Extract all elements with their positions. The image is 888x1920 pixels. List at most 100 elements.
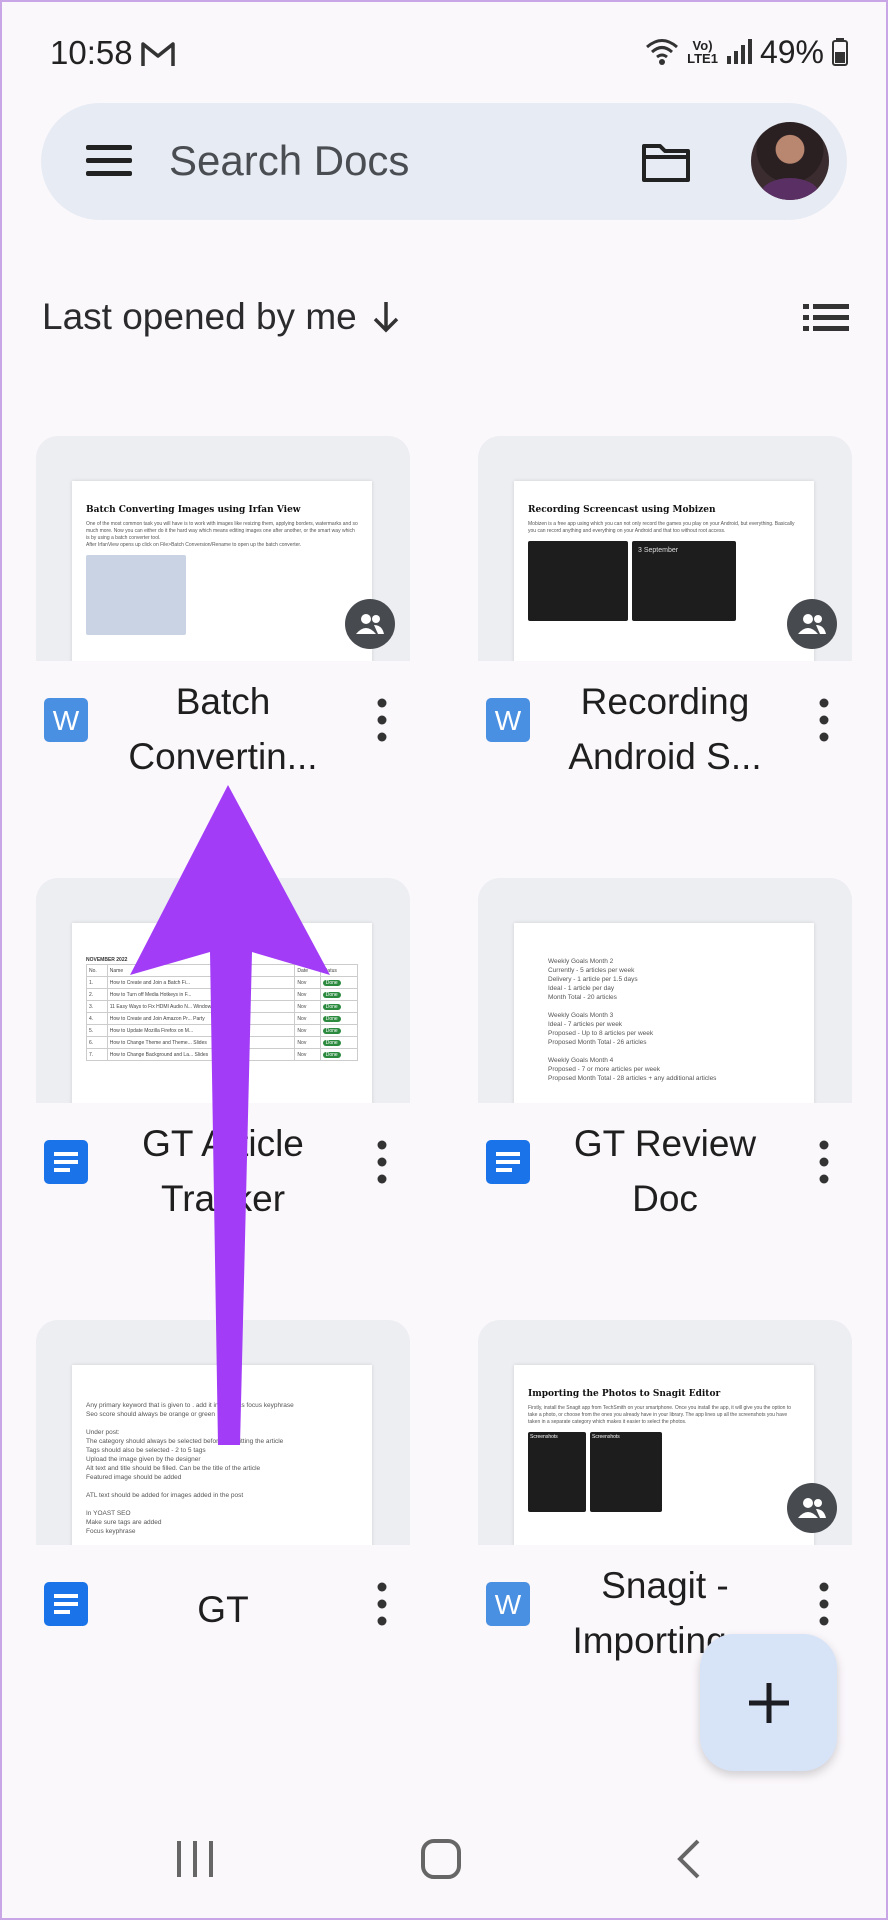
signal-icon — [726, 39, 752, 64]
word-file-icon: W — [486, 1582, 530, 1626]
table-header-row: No. Name Date Status — [86, 964, 359, 977]
back-icon[interactable] — [676, 1838, 702, 1880]
preview-text: Mobizen is a free app using which you ca… — [528, 521, 795, 534]
preview-table: No. Name Date Status 1. How to Create and… — [86, 964, 359, 1061]
menu-icon[interactable] — [86, 141, 132, 181]
home-icon[interactable] — [420, 1838, 462, 1880]
google-docs-icon — [486, 1140, 530, 1184]
file-name[interactable]: GT Review Doc — [560, 1116, 770, 1226]
preview-line: Weekly Goals Month 3 — [548, 1012, 614, 1019]
status-chip: Done — [322, 1051, 341, 1058]
table-row: 7. How to Change Background and La... Sli… — [86, 1048, 359, 1061]
file-name[interactable]: GT — [118, 1582, 328, 1637]
preview-line: Tags should also be selected - 2 to 5 ta… — [86, 1447, 206, 1454]
preview-heading: NOVEMBER 2022 — [86, 957, 128, 963]
more-options-icon[interactable] — [376, 698, 388, 742]
file-thumbnail[interactable]: Weekly Goals Month 2 Currently - 5 articl… — [478, 878, 852, 1103]
file-name[interactable]: GT Article Tracker — [118, 1116, 328, 1226]
create-new-button[interactable] — [700, 1634, 837, 1771]
volte-indicator: Vo) LTE1 — [687, 39, 718, 65]
svg-text:W: W — [495, 705, 522, 736]
file-card[interactable]: Weekly Goals Month 2 Currently - 5 articl… — [478, 878, 852, 1278]
file-card[interactable]: Batch Converting Images using Irfan View… — [36, 436, 410, 836]
search-bar[interactable]: Search Docs — [41, 103, 847, 220]
preview-line: Ideal - 1 article per day — [548, 985, 615, 992]
status-time: 10:58 — [50, 34, 133, 71]
preview-title: Batch Converting Images using Irfan View — [86, 505, 301, 515]
shared-people-icon — [787, 1483, 837, 1533]
file-thumbnail[interactable]: Importing the Photos to Snagit Editor Fi… — [478, 1320, 852, 1545]
more-options-icon[interactable] — [818, 698, 830, 742]
shared-people-icon — [787, 599, 837, 649]
sort-label: Last opened by me — [42, 296, 357, 337]
preview-overlay-text: 3 September — [638, 547, 679, 554]
google-docs-icon — [44, 1582, 88, 1626]
preview-text: One of the most common task you will hav… — [86, 521, 358, 541]
table-cell: Nov — [294, 1036, 321, 1049]
arrow-down-icon — [373, 302, 398, 333]
system-navigation-bar — [0, 1808, 888, 1920]
table-row: 1. How to Create and Join a Batch Fi... No… — [86, 976, 359, 989]
more-options-icon[interactable] — [818, 1582, 830, 1626]
more-options-icon[interactable] — [376, 1582, 388, 1626]
more-options-icon[interactable] — [818, 1140, 830, 1184]
table-cell: Done — [319, 1036, 359, 1049]
preview-line — [548, 1002, 800, 1011]
preview-title: Recording Screencast using Mobizen — [528, 505, 716, 515]
file-name[interactable]: Batch Convertin... — [118, 674, 328, 784]
table-cell: How to Create and Join Amazon Pr... Part… — [106, 1012, 296, 1025]
google-docs-icon — [44, 1140, 88, 1184]
folder-icon[interactable] — [641, 141, 691, 183]
account-avatar[interactable] — [751, 122, 829, 200]
document-preview: NOVEMBER 2022 No. Name Date Status 1. How… — [72, 923, 372, 1103]
preview-line: Proposed - Up to 8 articles per week — [548, 1030, 654, 1037]
table-cell: Done — [319, 1024, 359, 1037]
preview-screenshot: Screenshots — [528, 1432, 586, 1512]
status-right-group: Vo) LTE1 49% — [645, 34, 848, 70]
table-cell: 4. — [86, 1012, 108, 1025]
document-preview: Weekly Goals Month 2 Currently - 5 articl… — [514, 923, 814, 1103]
lte-label: LTE1 — [687, 51, 718, 66]
file-thumbnail[interactable]: Recording Screencast using Mobizen Mobiz… — [478, 436, 852, 661]
preview-line: Any primary keyword that is given to . a… — [86, 1402, 294, 1409]
file-thumbnail[interactable]: NOVEMBER 2022 No. Name Date Status 1. How… — [36, 878, 410, 1103]
shared-people-icon — [345, 599, 395, 649]
table-cell: 7. — [86, 1048, 108, 1061]
document-preview: Importing the Photos to Snagit Editor Fi… — [514, 1365, 814, 1545]
recent-apps-icon[interactable] — [175, 1838, 215, 1880]
table-row: 5. How to Update Mozilla Firefox on M... N… — [86, 1024, 359, 1037]
gmail-notification-icon — [141, 42, 175, 66]
file-card[interactable]: Recording Screencast using Mobizen Mobiz… — [478, 436, 852, 836]
preview-text-block: Weekly Goals Month 2 Currently - 5 articl… — [548, 957, 800, 1083]
preview-label: Screenshots — [592, 1434, 620, 1440]
preview-line: The category should always be selected b… — [86, 1438, 284, 1445]
preview-screenshot: Screenshots — [590, 1432, 662, 1512]
preview-title: Importing the Photos to Snagit Editor — [528, 1389, 721, 1399]
preview-line: Under post: — [86, 1429, 120, 1436]
table-cell: Done — [319, 1012, 359, 1025]
preview-line: Delivery - 1 article per 1.5 days — [548, 976, 638, 983]
file-name[interactable]: Recording Android S... — [560, 674, 770, 784]
table-row: 4. How to Create and Join Amazon Pr... Pa… — [86, 1012, 359, 1025]
file-card[interactable]: NOVEMBER 2022 No. Name Date Status 1. How… — [36, 878, 410, 1278]
svg-text:W: W — [53, 705, 80, 736]
table-cell: 5. — [86, 1024, 108, 1037]
preview-line — [548, 1047, 800, 1056]
preview-line — [86, 1482, 358, 1491]
preview-line: Month Total - 20 articles — [548, 994, 617, 1001]
table-row: 2. How to Turn off Media Hotkeys in F... N… — [86, 988, 359, 1001]
more-options-icon[interactable] — [376, 1140, 388, 1184]
list-view-icon[interactable] — [803, 303, 849, 333]
preview-line: Upload the image given by the designer — [86, 1456, 201, 1463]
file-card[interactable]: Any primary keyword that is given to . a… — [36, 1320, 410, 1720]
sort-button[interactable]: Last opened by me — [42, 296, 401, 338]
search-input[interactable]: Search Docs — [169, 137, 409, 185]
file-thumbnail[interactable]: Batch Converting Images using Irfan View… — [36, 436, 410, 661]
table-cell: Done — [319, 988, 359, 1001]
battery-percent: 49% — [759, 33, 824, 70]
word-file-icon: W — [486, 698, 530, 742]
table-header-cell: Name — [106, 964, 296, 977]
file-thumbnail[interactable]: Any primary keyword that is given to . a… — [36, 1320, 410, 1545]
status-chip: Done — [322, 1027, 341, 1034]
preview-screenshot — [528, 541, 628, 621]
